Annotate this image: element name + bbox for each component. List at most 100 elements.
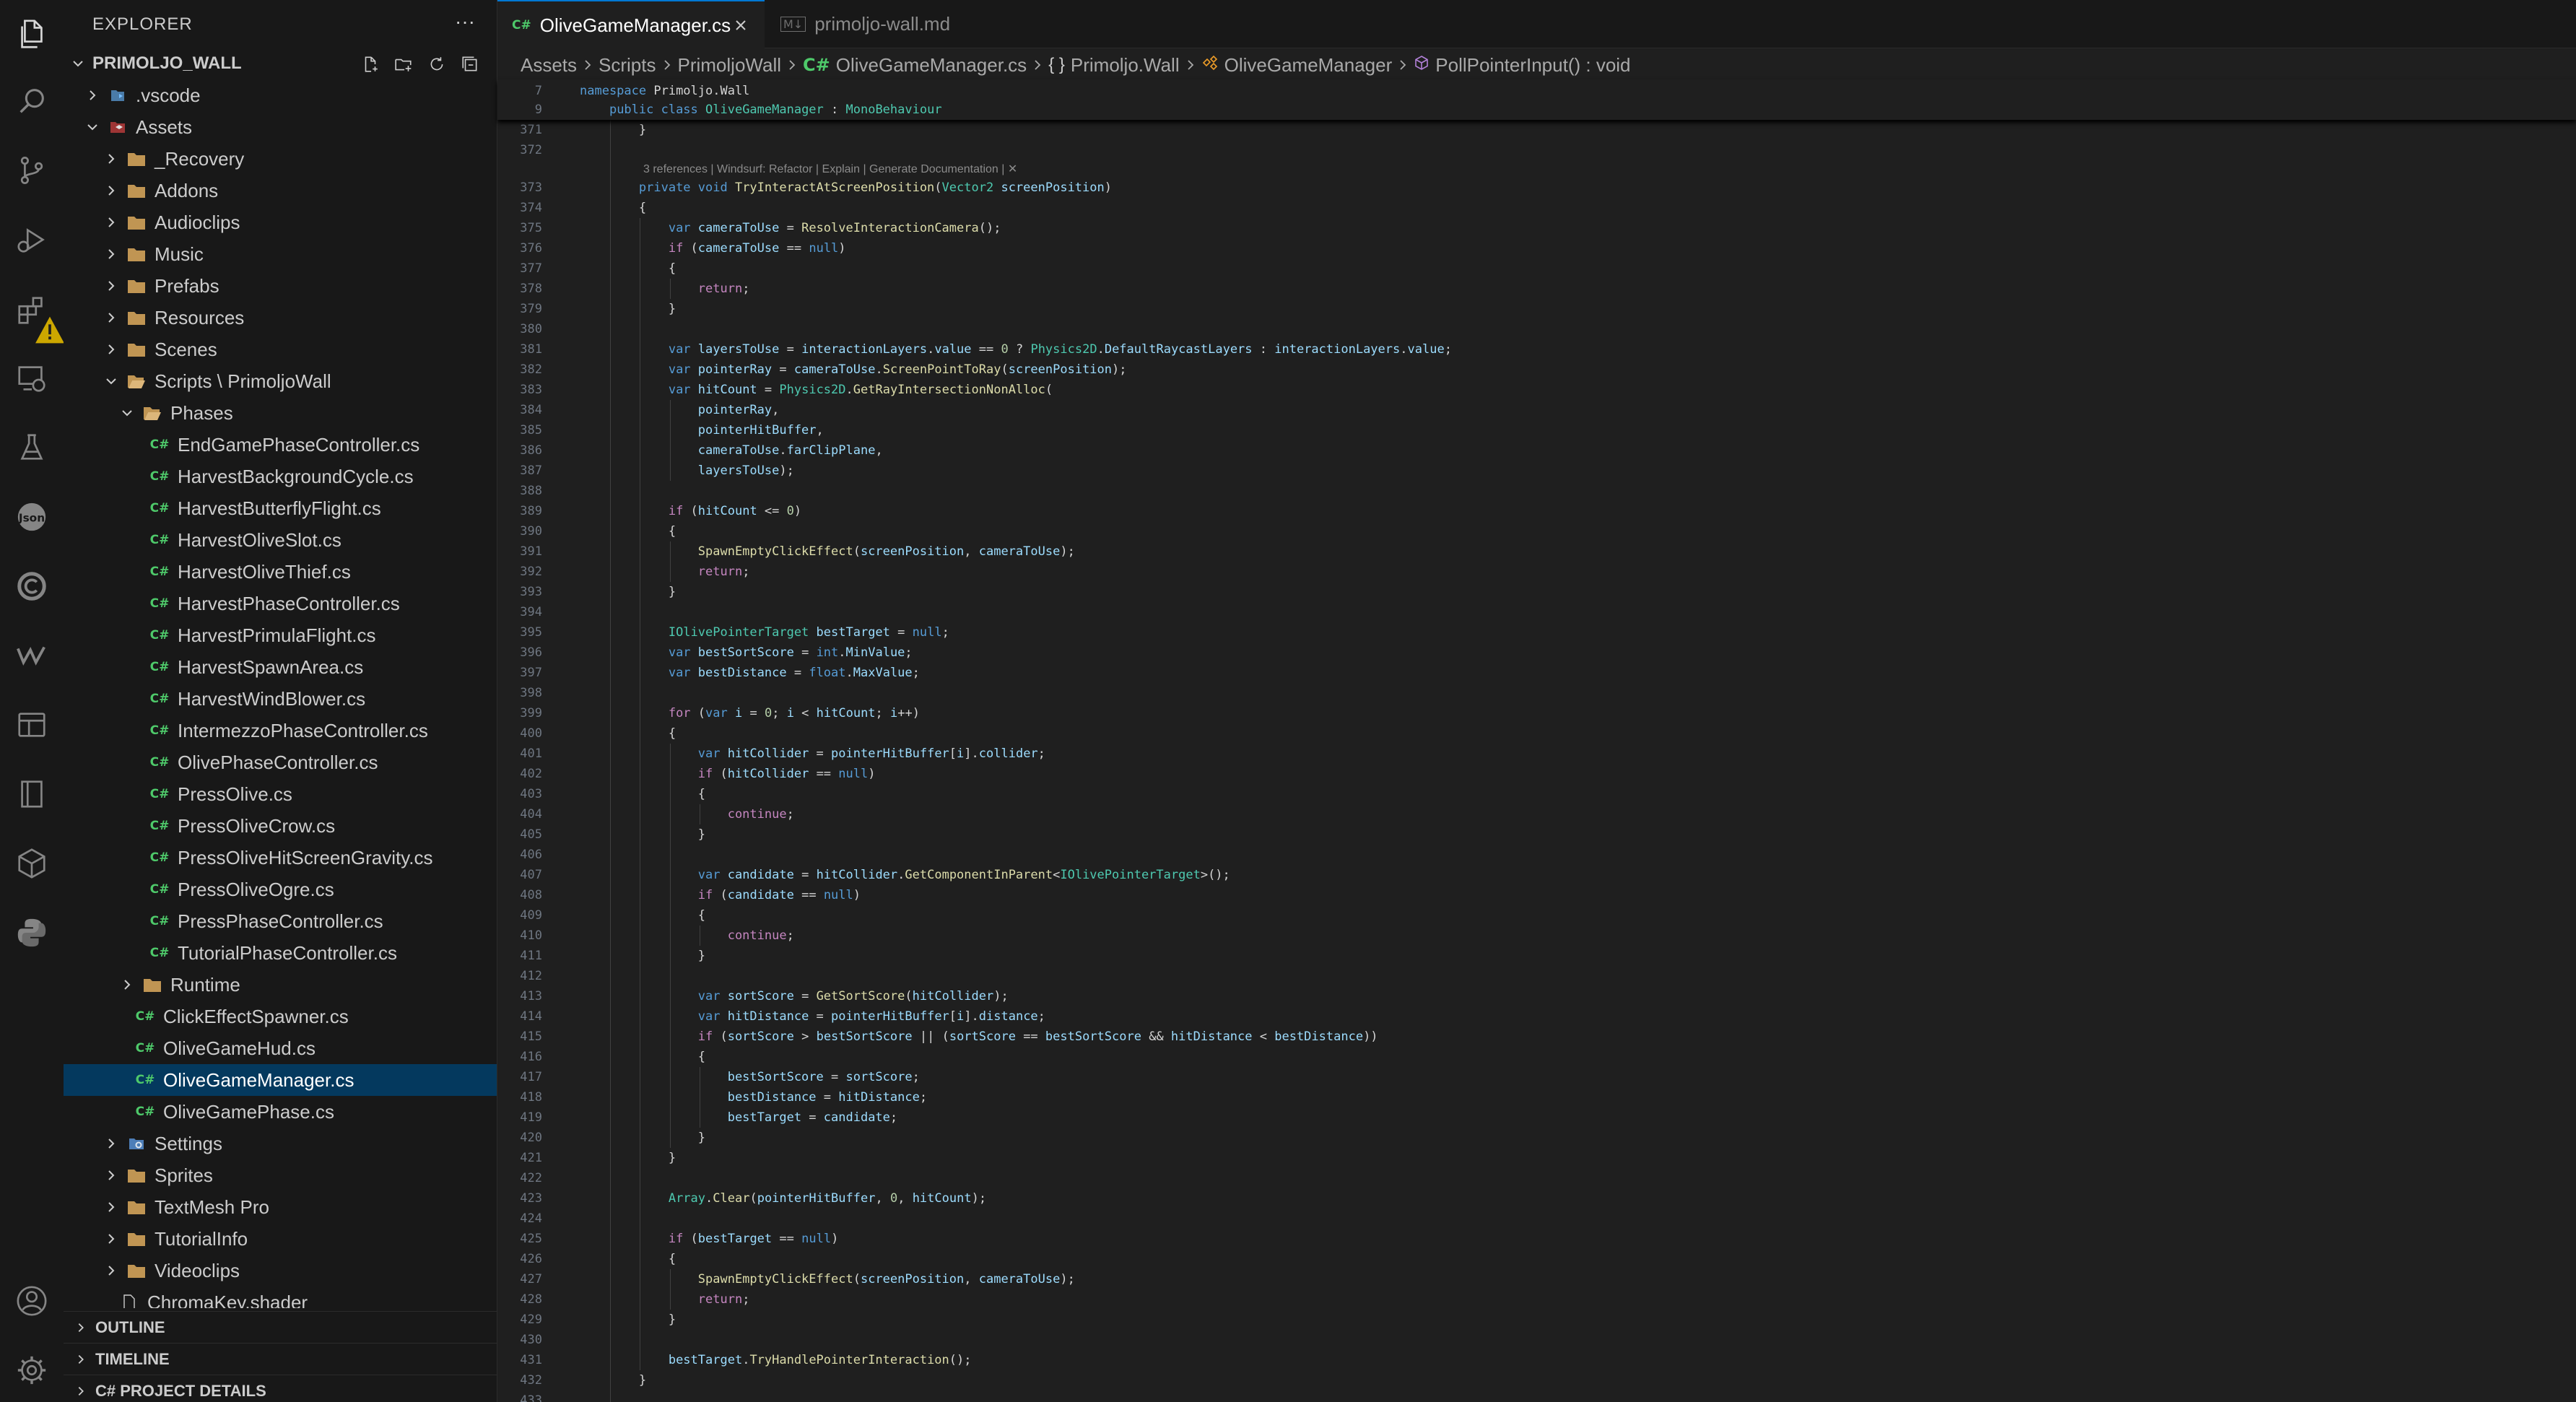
manage-gear-icon[interactable] xyxy=(0,1341,64,1399)
code-line[interactable]: 426 { xyxy=(497,1249,2576,1269)
tree-file-item[interactable]: ChromaKey.shader xyxy=(64,1286,497,1308)
notebook-icon[interactable] xyxy=(0,765,64,823)
code-line[interactable]: 394 xyxy=(497,602,2576,622)
code-line[interactable]: 372 xyxy=(497,140,2576,160)
tree-folder-item[interactable]: Sprites xyxy=(64,1159,497,1191)
code-line[interactable]: 379 } xyxy=(497,299,2576,319)
workspace-root[interactable]: PRIMOLJO_WALL xyxy=(64,48,497,79)
tree-file-item[interactable]: C# OlivePhaseController.cs xyxy=(64,746,497,778)
more-actions-icon[interactable]: ··· xyxy=(451,9,479,38)
code-line[interactable]: 407 var candidate = hitCollider.GetCompo… xyxy=(497,865,2576,885)
tree-folder-item[interactable]: Audioclips xyxy=(64,206,497,238)
new-file-icon[interactable] xyxy=(358,53,383,75)
code-line[interactable]: 397 var bestDistance = float.MaxValue; xyxy=(497,663,2576,683)
csharp-project-details-panel-header[interactable]: C# PROJECT DETAILS xyxy=(64,1375,497,1402)
tree-folder-item[interactable]: Scenes xyxy=(64,334,497,365)
code-line[interactable]: 381 var layersToUse = interactionLayers.… xyxy=(497,339,2576,360)
code-line[interactable]: 403 { xyxy=(497,784,2576,804)
tree-file-item[interactable]: C# HarvestButterflyFlight.cs xyxy=(64,492,497,524)
explorer-icon[interactable] xyxy=(0,6,64,64)
code-line[interactable]: 377 { xyxy=(497,258,2576,279)
code-line[interactable]: 409 { xyxy=(497,905,2576,926)
breadcrumb-method[interactable]: PollPointerInput() : void xyxy=(1414,54,1631,77)
sticky-line[interactable]: 7 namespace Primoljo.Wall xyxy=(497,81,2576,101)
new-folder-icon[interactable] xyxy=(391,53,416,75)
tree-folder-item[interactable]: _Recovery xyxy=(64,143,497,175)
code-line[interactable]: 402 if (hitCollider == null) xyxy=(497,764,2576,784)
code-line[interactable]: 380 xyxy=(497,319,2576,339)
code-line[interactable]: 375 var cameraToUse = ResolveInteraction… xyxy=(497,218,2576,238)
tree-file-item[interactable]: C# TutorialPhaseController.cs xyxy=(64,937,497,969)
code-line[interactable]: 430 xyxy=(497,1330,2576,1350)
remote-explorer-icon[interactable] xyxy=(0,349,64,407)
code-line[interactable]: 374 { xyxy=(497,198,2576,218)
code-line[interactable]: 417 bestSortScore = sortScore; xyxy=(497,1067,2576,1087)
tree-folder-item[interactable]: Assets xyxy=(64,111,497,143)
tree-folder-item[interactable]: Resources xyxy=(64,302,497,334)
code-line[interactable]: 424 xyxy=(497,1209,2576,1229)
code-line[interactable]: 433 xyxy=(497,1390,2576,1402)
code-line[interactable]: 387 layersToUse); xyxy=(497,461,2576,481)
windsurf-icon[interactable] xyxy=(0,627,64,684)
code-line[interactable]: 390 { xyxy=(497,521,2576,541)
code-line[interactable]: 415 if (sortScore > bestSortScore || (so… xyxy=(497,1027,2576,1047)
tab-olivegamemanager-cs[interactable]: C# OliveGameManager.cs xyxy=(497,0,765,49)
code-line[interactable]: 431 bestTarget.TryHandlePointerInteracti… xyxy=(497,1350,2576,1370)
code-line[interactable]: 384 pointerRay, xyxy=(497,400,2576,420)
code-line[interactable]: 393 } xyxy=(497,582,2576,602)
sticky-line[interactable]: 9 public class OliveGameManager : MonoBe… xyxy=(497,100,2576,120)
code-line[interactable]: 416 { xyxy=(497,1047,2576,1067)
code-line[interactable]: 378 return; xyxy=(497,279,2576,299)
tree-file-item[interactable]: C# OliveGameManager.cs xyxy=(64,1064,497,1096)
code-line[interactable]: 400 { xyxy=(497,723,2576,744)
tree-file-item[interactable]: C# OliveGameHud.cs xyxy=(64,1032,497,1064)
tree-folder-item[interactable]: TutorialInfo xyxy=(64,1223,497,1255)
refresh-icon[interactable] xyxy=(425,53,449,75)
tree-file-item[interactable]: C# HarvestSpawnArea.cs xyxy=(64,651,497,683)
code-line[interactable]: 405 } xyxy=(497,824,2576,845)
code-line[interactable]: 382 var pointerRay = cameraToUse.ScreenP… xyxy=(497,360,2576,380)
breadcrumb-item[interactable]: PrimoljoWall xyxy=(678,54,782,77)
code-line[interactable]: 389 if (hitCount <= 0) xyxy=(497,501,2576,521)
extensions-icon[interactable] xyxy=(0,282,64,344)
run-debug-icon[interactable] xyxy=(0,211,64,269)
tree-folder-item[interactable]: Music xyxy=(64,238,497,270)
tree-file-item[interactable]: C# IntermezzoPhaseController.cs xyxy=(64,715,497,746)
code-line[interactable]: 399 for (var i = 0; i < hitCount; i++) xyxy=(497,703,2576,723)
code-line[interactable]: 376 if (cameraToUse == null) xyxy=(497,238,2576,258)
code-line[interactable]: 422 xyxy=(497,1168,2576,1188)
code-line[interactable]: 412 xyxy=(497,966,2576,986)
code-line[interactable]: 432 } xyxy=(497,1370,2576,1390)
tree-file-item[interactable]: C# PressOliveHitScreenGravity.cs xyxy=(64,842,497,874)
database-icon[interactable] xyxy=(0,696,64,754)
code-line[interactable]: 398 xyxy=(497,683,2576,703)
code-line[interactable]: 386 cameraToUse.farClipPlane, xyxy=(497,440,2576,461)
outline-panel-header[interactable]: OUTLINE xyxy=(64,1311,497,1344)
code-line[interactable]: 395 IOlivePointerTarget bestTarget = nul… xyxy=(497,622,2576,643)
code-line[interactable]: 419 bestTarget = candidate; xyxy=(497,1107,2576,1128)
tree-file-item[interactable]: C# HarvestPrimulaFlight.cs xyxy=(64,619,497,651)
source-control-icon[interactable] xyxy=(0,141,64,199)
code-lens[interactable]: 3 references | Windsurf: Refactor | Expl… xyxy=(643,162,1017,176)
tree-folder-item[interactable]: Scripts \ PrimoljoWall xyxy=(64,365,497,397)
tree-file-item[interactable]: C# PressOliveCrow.cs xyxy=(64,810,497,842)
tree-folder-item[interactable]: TextMesh Pro xyxy=(64,1191,497,1223)
breadcrumb-class[interactable]: OliveGameManager xyxy=(1201,54,1392,77)
account-icon[interactable] xyxy=(0,1272,64,1330)
code-line[interactable]: 401 var hitCollider = pointerHitBuffer[i… xyxy=(497,744,2576,764)
tree-file-item[interactable]: C# EndGamePhaseController.cs xyxy=(64,429,497,461)
tree-folder-item[interactable]: .vscode xyxy=(64,79,497,111)
tree-file-item[interactable]: C# PressOlive.cs xyxy=(64,778,497,810)
tree-file-item[interactable]: C# OliveGamePhase.cs xyxy=(64,1096,497,1128)
code-line[interactable]: 425 if (bestTarget == null) xyxy=(497,1229,2576,1249)
tree-file-item[interactable]: C# ClickEffectSpawner.cs xyxy=(64,1001,497,1032)
code-line[interactable]: 413 var sortScore = GetSortScore(hitColl… xyxy=(497,986,2576,1006)
breadcrumb-namespace[interactable]: { } Primoljo.Wall xyxy=(1048,54,1179,77)
tree-file-item[interactable]: C# HarvestBackgroundCycle.cs xyxy=(64,461,497,492)
code-line[interactable]: 420 } xyxy=(497,1128,2576,1148)
code-line[interactable]: 406 xyxy=(497,845,2576,865)
code-line[interactable]: 414 var hitDistance = pointerHitBuffer[i… xyxy=(497,1006,2576,1027)
breadcrumb-file[interactable]: C# OliveGameManager.cs xyxy=(803,54,1027,77)
breadcrumb-item[interactable]: Assets xyxy=(521,54,577,77)
code-line[interactable]: 428 return; xyxy=(497,1289,2576,1310)
